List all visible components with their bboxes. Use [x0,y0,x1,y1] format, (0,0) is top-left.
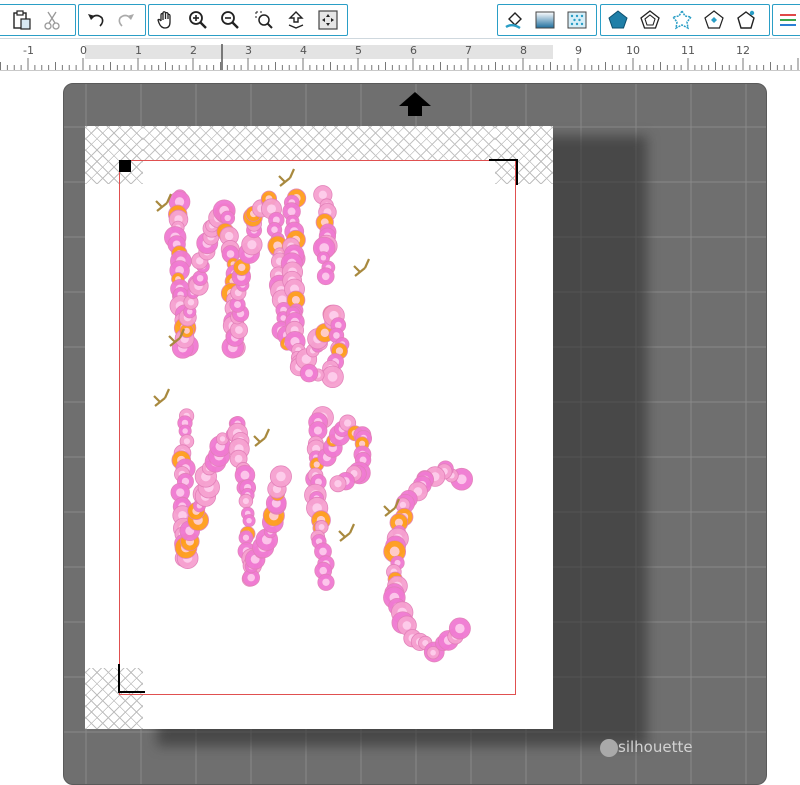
fill-panel-button[interactable] [605,7,631,33]
zoom-in-button[interactable] [185,7,211,33]
design-page[interactable] [85,126,553,729]
ruler-label-12: 12 [736,44,750,57]
ruler-label-3: 3 [245,44,252,57]
cut-icon [44,11,60,30]
zoom-fit-icon [288,11,304,29]
ruler-label-11: 11 [681,44,695,57]
ruler-label-7: 7 [465,44,472,57]
history-tool-group [78,4,146,36]
paste-button[interactable] [9,7,35,33]
replicate-icon [704,10,724,29]
pan-button[interactable] [153,7,179,33]
silhouette-logo-icon [600,739,618,757]
ruler-label-neg1: -1 [23,44,34,57]
ruler-label-1: 1 [135,44,142,57]
paste-icon [13,10,31,30]
gradient-button[interactable] [532,7,558,33]
zoom-select-button[interactable] [251,7,277,33]
ruler-label-0: 0 [80,44,87,57]
ruler-label-9: 9 [575,44,582,57]
zoom-out-button[interactable] [217,7,243,33]
design-canvas[interactable]: silhouette [0,71,800,785]
registration-mark-top-right [489,159,518,185]
offset-button[interactable] [637,7,663,33]
toolbar [0,0,800,39]
undo-icon [88,14,104,27]
ruler-label-10: 10 [626,44,640,57]
replicate-button[interactable] [701,7,727,33]
fill-tool-group [497,4,597,36]
zoom-in-icon [189,11,207,29]
registration-mark-square [119,160,131,172]
horizontal-ruler[interactable]: -1 0 1 2 3 4 5 6 7 8 9 10 11 12 [0,40,800,71]
modify-button[interactable] [733,7,759,33]
line-style-tool-group [772,4,800,36]
zoom-select-icon [255,11,273,29]
modify-icon [737,10,755,29]
zoom-out-icon [221,11,239,29]
pattern-icon [567,11,587,29]
trace-button[interactable] [669,7,695,33]
view-tool-group [148,4,348,36]
line-style-icon [780,14,796,26]
feed-direction-arrow-icon [399,92,431,116]
trace-icon [671,9,693,30]
offset-icon [640,10,660,29]
cut-border [119,160,516,695]
line-style-button[interactable] [775,7,800,33]
redo-button[interactable] [113,7,139,33]
zoom-fit-button[interactable] [283,7,309,33]
fill-bucket-icon [505,12,522,30]
clipboard-tool-group [0,4,76,36]
ruler-ticks [0,44,799,70]
fill-button[interactable] [502,7,528,33]
panels-tool-group [600,4,770,36]
ruler-label-4: 4 [300,44,307,57]
ruler-label-2: 2 [190,44,197,57]
registration-mark-bottom-left [118,664,145,693]
brand-label: silhouette [618,738,693,756]
redo-icon [118,14,134,27]
ruler-label-5: 5 [355,44,362,57]
fit-to-page-button[interactable] [315,7,341,33]
ruler-label-6: 6 [410,44,417,57]
fit-to-page-icon [318,10,338,30]
pan-hand-icon [157,11,171,29]
gradient-icon [535,11,555,29]
undo-button[interactable] [83,7,109,33]
pattern-button[interactable] [564,7,590,33]
pentagon-filled-icon [608,10,628,29]
ruler-label-8: 8 [520,44,527,57]
cut-button[interactable] [39,7,65,33]
